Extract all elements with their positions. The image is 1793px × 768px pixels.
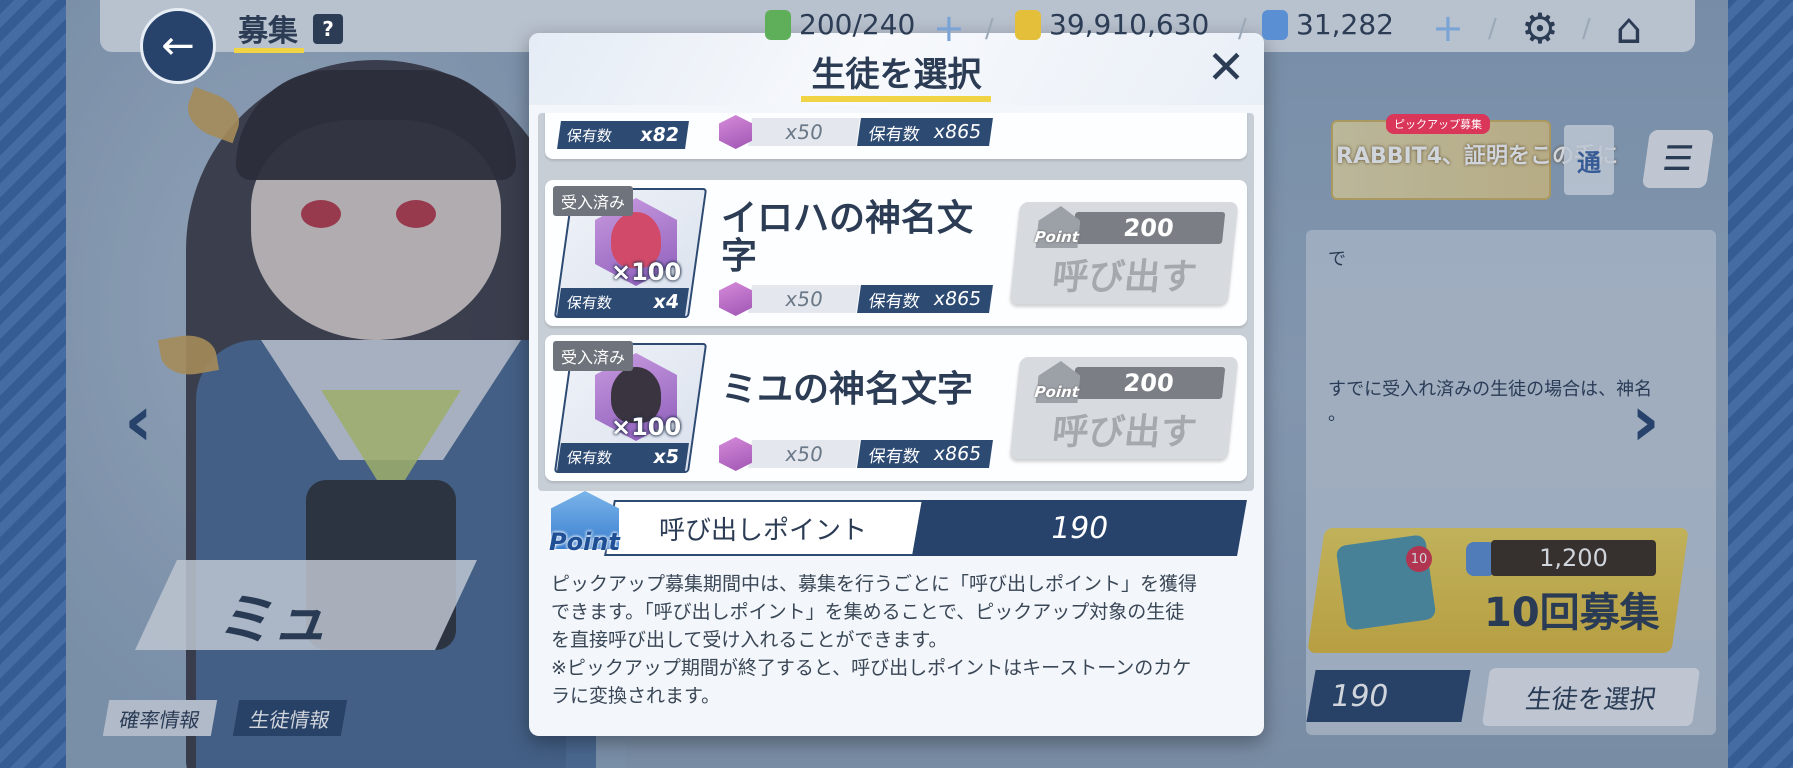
cost-owned: 保有数 x865 bbox=[856, 285, 993, 313]
call-label: 呼び出す bbox=[1050, 257, 1199, 298]
card-multiplier: ×100 bbox=[611, 258, 682, 286]
card-multiplier: ×100 bbox=[611, 413, 682, 441]
credit-icon bbox=[1015, 9, 1041, 40]
student-list[interactable]: 保有数 x82 x50 保有数 x865 受入済み ×100 保有数 x4 イロ… bbox=[538, 113, 1254, 491]
ap-icon bbox=[765, 9, 791, 40]
credit-value: 39,910,630 bbox=[1049, 8, 1210, 41]
call-points-bar: 190 Point 呼び出しポイント bbox=[549, 488, 1249, 568]
point-icon-text: Point bbox=[1033, 228, 1080, 246]
select-student-modal: 生徒を選択 ✕ 保有数 x82 x50 保有数 x865 受入済み ×100 保… bbox=[529, 33, 1264, 736]
received-tag: 受入済み bbox=[553, 341, 634, 371]
call-cost: 200 bbox=[1071, 367, 1226, 399]
points-value-box: 190 bbox=[912, 500, 1247, 556]
description-line: ※ピックアップ期間が終了すると、呼び出しポイントはキーストーンのカケ bbox=[551, 657, 1192, 679]
cost-owned-label: 保有数 bbox=[867, 291, 921, 312]
owned-value: x5 bbox=[651, 446, 681, 468]
call-button[interactable]: 200 Point 呼び出す bbox=[1009, 357, 1239, 459]
cost-owned-label: 保有数 bbox=[867, 124, 921, 145]
cost-owned: 保有数 x865 bbox=[856, 440, 993, 468]
divider: / bbox=[1582, 14, 1591, 44]
description-line: できます。「呼び出しポイント」を集めることで、ピックアップ対象の生徒 bbox=[551, 601, 1185, 623]
owned-value: x82 bbox=[638, 124, 681, 146]
title-underline bbox=[234, 48, 304, 53]
pyroxene-icon bbox=[1262, 9, 1288, 40]
call-label: 呼び出す bbox=[1050, 412, 1199, 453]
points-icon-text: Point bbox=[549, 528, 620, 556]
item-name: ミユの神名文字 bbox=[721, 369, 974, 410]
description-line: ラに変換されます。 bbox=[551, 685, 721, 707]
points-label: 呼び出しポイント bbox=[659, 516, 868, 546]
arrow-left-icon: ← bbox=[161, 23, 195, 69]
cost-need: x50 bbox=[748, 285, 861, 313]
description-line: を直接呼び出して受け入れることができます。 bbox=[551, 629, 948, 651]
owned-bar: 保有数 x82 bbox=[557, 121, 689, 149]
ap-value: 200/240 bbox=[799, 8, 916, 41]
point-icon-text: Point bbox=[1033, 383, 1080, 401]
list-item: 受入済み ×100 保有数 x5 ミユの神名文字 x50 保有数 x865 20… bbox=[545, 335, 1247, 481]
next-arrow-icon[interactable]: › bbox=[1631, 380, 1660, 462]
cost-owned-label: 保有数 bbox=[867, 446, 921, 467]
divider: / bbox=[1238, 14, 1247, 44]
owned-value: x4 bbox=[651, 291, 681, 313]
prev-arrow-icon[interactable]: ‹ bbox=[124, 380, 153, 462]
list-item: 保有数 x82 x50 保有数 x865 bbox=[545, 113, 1247, 159]
item-name: イロハの神名文字 bbox=[721, 198, 974, 277]
cost-row: x50 保有数 x865 bbox=[719, 115, 993, 149]
close-button[interactable]: ✕ bbox=[1200, 40, 1252, 94]
cost-need: x50 bbox=[748, 118, 861, 146]
owned-bar: 保有数 x5 bbox=[557, 443, 689, 471]
ap-resource: 200/240 bbox=[765, 8, 915, 41]
cost-owned-value: x865 bbox=[931, 121, 983, 143]
divider: / bbox=[985, 14, 994, 44]
credit-resource: 39,910,630 bbox=[1015, 8, 1209, 41]
owned-label: 保有数 bbox=[565, 126, 614, 145]
modal-title: 生徒を選択 bbox=[811, 55, 982, 95]
call-cost: 200 bbox=[1071, 212, 1226, 244]
cost-owned-value: x865 bbox=[931, 288, 983, 310]
cost-need: x50 bbox=[748, 440, 861, 468]
page-title: 募集 bbox=[238, 14, 298, 49]
owned-label: 保有数 bbox=[565, 448, 614, 467]
cost-owned-value: x865 bbox=[931, 443, 983, 465]
owned-bar: 保有数 x4 bbox=[557, 288, 689, 316]
description-line: ピックアップ募集期間中は、募集を行うごとに「呼び出しポイント」を獲得 bbox=[551, 573, 1198, 595]
add-pyroxene-icon[interactable]: + bbox=[1432, 6, 1464, 50]
close-icon: ✕ bbox=[1206, 40, 1246, 94]
pickup-banner-tag: ピックアップ募集 bbox=[1386, 114, 1490, 134]
points-value: 190 bbox=[1047, 510, 1112, 546]
gear-icon[interactable]: ⚙ bbox=[1518, 4, 1562, 53]
list-item: 受入済み ×100 保有数 x4 イロハの神名文字 x50 保有数 x865 2… bbox=[545, 180, 1247, 326]
home-icon[interactable]: ⌂ bbox=[1607, 4, 1651, 53]
cost-row: x50 保有数 x865 bbox=[719, 282, 993, 316]
pyroxene-resource: 31,282 bbox=[1262, 8, 1394, 41]
call-button[interactable]: 200 Point 呼び出す bbox=[1009, 202, 1239, 304]
divider: / bbox=[1488, 14, 1497, 44]
help-icon[interactable]: ? bbox=[313, 14, 343, 44]
add-ap-icon[interactable]: + bbox=[933, 6, 965, 50]
pyroxene-value: 31,282 bbox=[1296, 8, 1394, 41]
cost-row: x50 保有数 x865 bbox=[719, 437, 993, 471]
received-tag: 受入済み bbox=[553, 186, 634, 216]
back-button[interactable]: ← bbox=[140, 8, 216, 84]
description: ピックアップ募集期間中は、募集を行うごとに「呼び出しポイント」を獲得 できます。… bbox=[551, 570, 1251, 710]
cost-owned: 保有数 x865 bbox=[856, 118, 993, 146]
owned-label: 保有数 bbox=[565, 293, 614, 312]
modal-title-underline bbox=[801, 96, 991, 102]
